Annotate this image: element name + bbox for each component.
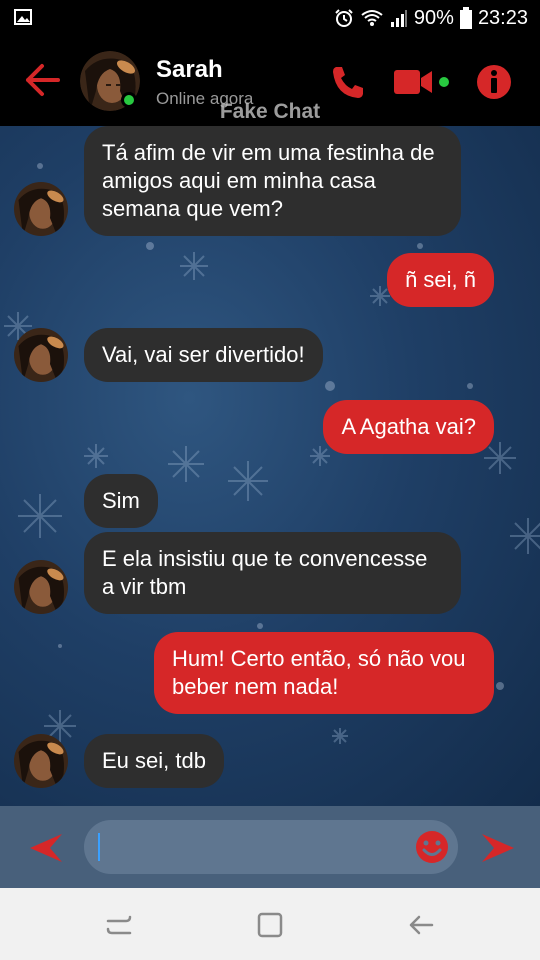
contact-avatar[interactable] — [14, 560, 68, 614]
message-list[interactable]: Tá afim de vir em uma festinha de amigos… — [0, 126, 540, 806]
contact-avatar[interactable] — [14, 734, 68, 788]
outgoing-message: ñ sei, ñ — [387, 253, 494, 307]
incoming-message: Sim — [84, 474, 158, 528]
clock: 23:23 — [477, 6, 528, 29]
alarm-icon — [334, 8, 354, 28]
video-camera-icon[interactable] — [392, 62, 452, 102]
contact-avatar[interactable] — [14, 328, 68, 382]
send-icon[interactable] — [478, 830, 518, 866]
outgoing-message: Hum! Certo então, só não vou beber nem n… — [154, 632, 494, 714]
incoming-message: Vai, vai ser divertido! — [84, 328, 323, 382]
incoming-message: Eu sei, tdb — [84, 734, 224, 788]
incoming-message: E ela insistiu que te convencesse a vir … — [84, 532, 461, 614]
system-nav-bar — [0, 888, 540, 960]
incoming-message: Tá afim de vir em uma festinha de amigos… — [84, 126, 461, 236]
info-icon[interactable] — [474, 62, 514, 102]
phone-icon[interactable] — [328, 62, 368, 102]
message-input[interactable] — [84, 820, 458, 874]
signal-icon — [390, 8, 408, 28]
home-icon[interactable] — [255, 910, 285, 940]
watermark: Fake Chat — [219, 100, 321, 123]
battery-percent: 90% — [413, 6, 454, 29]
contact-avatar[interactable] — [14, 182, 68, 236]
back-arrow-icon[interactable] — [22, 60, 62, 100]
gallery-notification-icon — [14, 9, 32, 25]
composer-bar — [0, 806, 540, 888]
emoji-icon[interactable] — [414, 829, 450, 865]
text-caret — [98, 833, 100, 861]
contact-name[interactable]: Sarah — [156, 56, 223, 84]
recent-apps-icon[interactable] — [104, 910, 134, 940]
battery-icon — [459, 7, 472, 29]
back-icon[interactable] — [406, 910, 436, 940]
wifi-icon — [360, 8, 384, 28]
status-bar: 90% 23:23 — [0, 0, 540, 36]
outgoing-message: A Agatha vai? — [323, 400, 494, 454]
prev-icon[interactable] — [26, 830, 66, 866]
